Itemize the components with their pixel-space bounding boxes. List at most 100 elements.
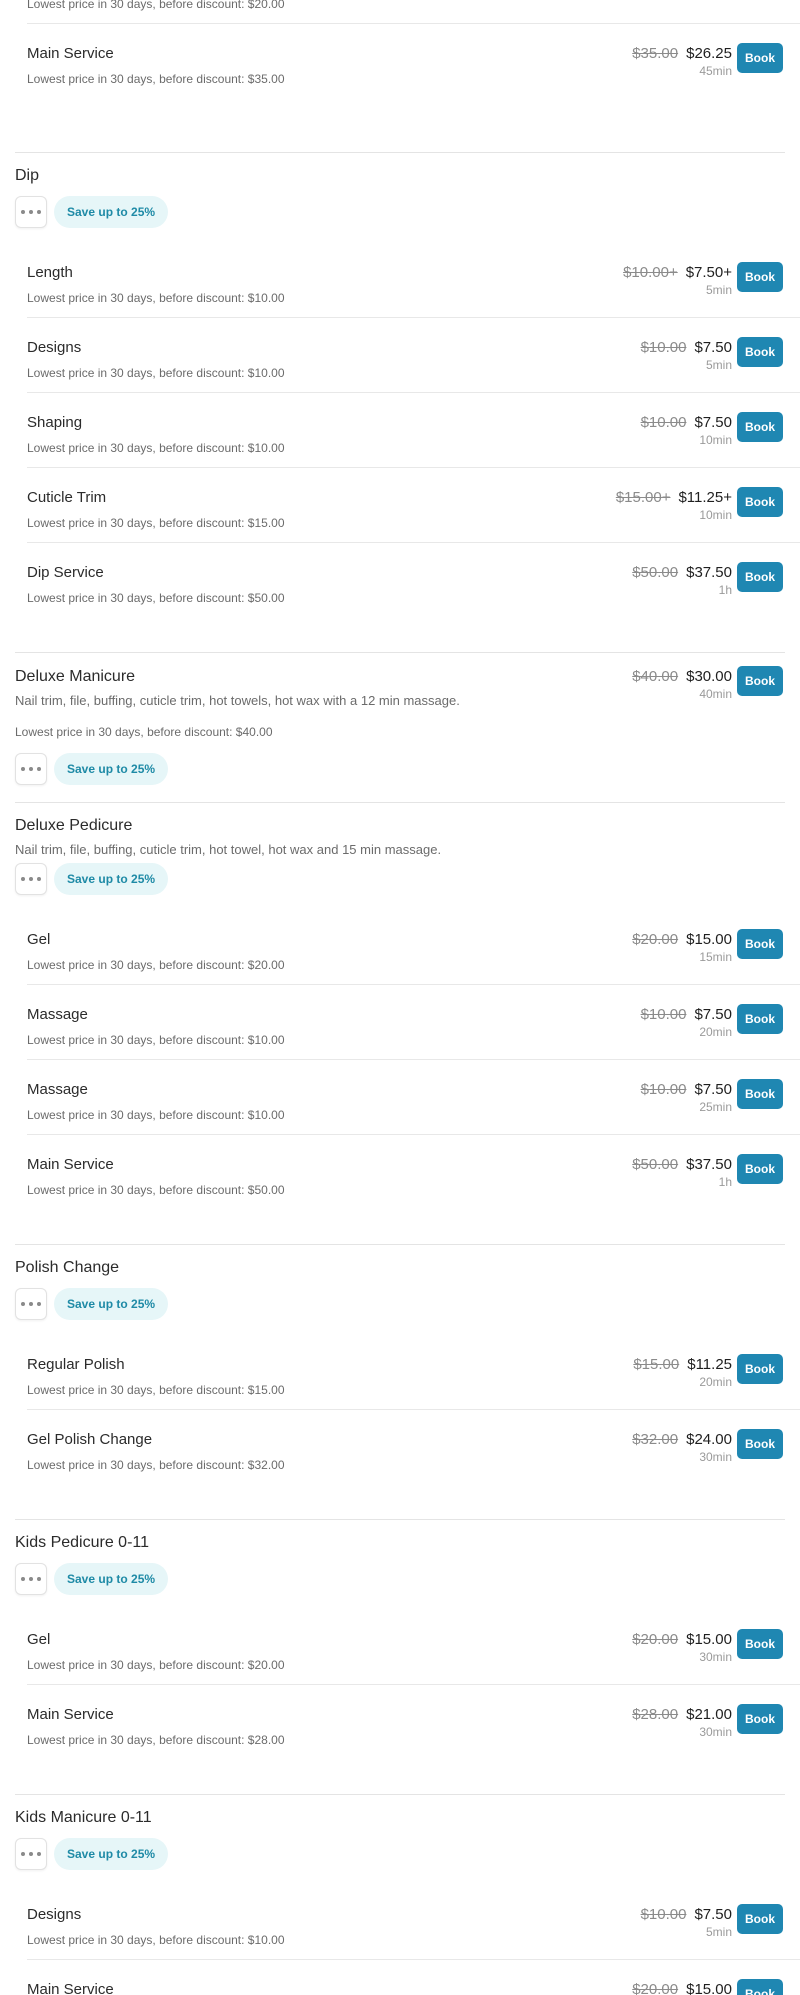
service-row: Massage Lowest price in 30 days, before d…: [15, 1059, 800, 1134]
service-name: Designs: [27, 339, 82, 356]
row-divider: [27, 1409, 800, 1410]
save-badge: Save up to 25%: [54, 196, 169, 228]
book-button[interactable]: Book: [737, 1704, 783, 1734]
price-row: $20.00 $15.00: [532, 931, 732, 949]
book-button[interactable]: Book: [737, 262, 783, 292]
service-row: Massage Lowest price in 30 days, before d…: [15, 984, 800, 1059]
price-block: $20.00 $15.00 30min: [532, 1631, 732, 1665]
book-button[interactable]: Book: [737, 337, 783, 367]
service-row: Designs Lowest price in 30 days, before d…: [15, 1884, 800, 1959]
book-button[interactable]: Book: [737, 666, 783, 696]
service-row: Main Service Lowest price in 30 days, bef…: [15, 1134, 800, 1209]
lowest-price-note: Lowest price in 30 days, before discount…: [27, 0, 285, 11]
price-row: $28.00 $21.00: [532, 1706, 732, 1724]
discounted-price: $37.50: [686, 564, 732, 581]
service-row: Shaping Lowest price in 30 days, before d…: [15, 392, 800, 467]
original-price: $50.00: [632, 1156, 679, 1173]
service-row: Main Service $20.00 $15.00 Book: [15, 1959, 800, 1995]
service-name: Massage: [27, 1081, 88, 1098]
row-divider: [27, 392, 800, 393]
book-button[interactable]: Book: [737, 43, 783, 73]
price-block: $32.00 $24.00 30min: [532, 1431, 732, 1465]
duration: 5min: [705, 283, 732, 297]
service-row: Designs Lowest price in 30 days, before d…: [15, 317, 800, 392]
category-title: Dip: [15, 167, 40, 184]
original-price: $20.00: [632, 931, 679, 948]
book-button[interactable]: Book: [737, 1354, 783, 1384]
lowest-price-note: Lowest price in 30 days, before discount…: [27, 1033, 285, 1047]
category-title: Kids Manicure 0-11: [15, 1809, 152, 1826]
book-button[interactable]: Book: [737, 929, 783, 959]
service-row: Main Service Lowest price in 30 days, bef…: [15, 23, 800, 98]
lowest-price-note: Lowest price in 30 days, before discount…: [27, 1933, 285, 1947]
service-row: Cuticle Trim Lowest price in 30 days, bef…: [15, 467, 800, 542]
discounted-price: $15.00: [686, 931, 732, 948]
book-button[interactable]: Book: [737, 1979, 783, 1995]
price-block: $40.00 $30.00 40min: [532, 668, 732, 702]
price-row: $20.00 $15.00: [532, 1631, 732, 1649]
lowest-price-note: Lowest price in 30 days, before discount…: [27, 1383, 285, 1397]
lowest-price-note: Lowest price in 30 days, before discount…: [27, 958, 285, 972]
more-options-icon[interactable]: [15, 753, 47, 785]
price-row: $15.00+ $11.25+: [532, 489, 732, 507]
discounted-price: $11.25+: [678, 489, 732, 506]
discounted-price: $7.50: [694, 1081, 732, 1098]
price-row: $10.00 $7.50: [532, 1906, 732, 1924]
original-price: $28.00: [632, 1706, 679, 1723]
save-badge: Save up to 25%: [54, 1563, 169, 1595]
row-divider: [27, 984, 800, 985]
price-row: $10.00 $7.50: [532, 414, 732, 432]
category-title: Deluxe Manicure: [15, 668, 136, 685]
duration: 40min: [699, 687, 732, 701]
service-name: Massage: [27, 1006, 88, 1023]
duration: 30min: [699, 1450, 732, 1464]
duration: 1h: [718, 583, 732, 597]
more-options-icon[interactable]: [15, 196, 47, 228]
category-tools: Save up to 25%: [15, 1563, 169, 1595]
category-tools: Save up to 25%: [15, 1288, 169, 1320]
book-button[interactable]: Book: [737, 412, 783, 442]
service-row: Main Service Lowest price in 30 days, bef…: [15, 1684, 800, 1759]
duration: 10min: [699, 508, 732, 522]
original-price: $10.00: [640, 339, 687, 356]
service-row: Regular Polish Lowest price in 30 days, b…: [15, 1334, 800, 1409]
duration: 1h: [718, 1175, 732, 1189]
book-button[interactable]: Book: [737, 1904, 783, 1934]
price-block: $50.00 $37.50 1h: [532, 1156, 732, 1190]
more-options-icon[interactable]: [15, 1838, 47, 1870]
service-row: Length Lowest price in 30 days, before di…: [15, 242, 800, 317]
row-divider: [27, 1959, 800, 1960]
service-name: Length: [27, 264, 73, 281]
service-name: Dip Service: [27, 564, 104, 581]
original-price: $32.00: [632, 1431, 679, 1448]
duration: 30min: [699, 1725, 732, 1739]
service-name: Main Service: [27, 1981, 114, 1995]
book-button[interactable]: Book: [737, 1154, 783, 1184]
service-name: Main Service: [27, 1156, 114, 1173]
more-options-icon[interactable]: [15, 863, 47, 895]
more-options-icon[interactable]: [15, 1563, 47, 1595]
book-button[interactable]: Book: [737, 1079, 783, 1109]
price-block: $10.00 $7.50 10min: [532, 414, 732, 448]
lowest-price-note: Lowest price in 30 days, before discount…: [27, 516, 285, 530]
category-description: Nail trim, file, buffing, cuticle trim, …: [15, 842, 442, 857]
book-button[interactable]: Book: [737, 1429, 783, 1459]
more-options-icon[interactable]: [15, 1288, 47, 1320]
book-button[interactable]: Book: [737, 562, 783, 592]
service-name: Gel Polish Change: [27, 1431, 153, 1448]
book-button[interactable]: Book: [737, 1004, 783, 1034]
book-button[interactable]: Book: [737, 487, 783, 517]
service-name: Shaping: [27, 414, 83, 431]
original-price: $10.00: [640, 414, 687, 431]
category-description: Nail trim, file, buffing, cuticle trim, …: [15, 693, 460, 708]
original-price: $15.00: [633, 1356, 680, 1373]
lowest-price-note: Lowest price in 30 days, before discount…: [27, 291, 285, 305]
discounted-price: $26.25: [686, 45, 732, 62]
row-divider: [27, 317, 800, 318]
original-price: $40.00: [632, 668, 679, 685]
book-button[interactable]: Book: [737, 1629, 783, 1659]
category-title: Deluxe Pedicure: [15, 817, 133, 834]
category-title: Kids Pedicure 0-11: [15, 1534, 149, 1551]
lowest-price-note: Lowest price in 30 days, before discount…: [27, 366, 285, 380]
discounted-price: $11.25: [687, 1356, 732, 1373]
